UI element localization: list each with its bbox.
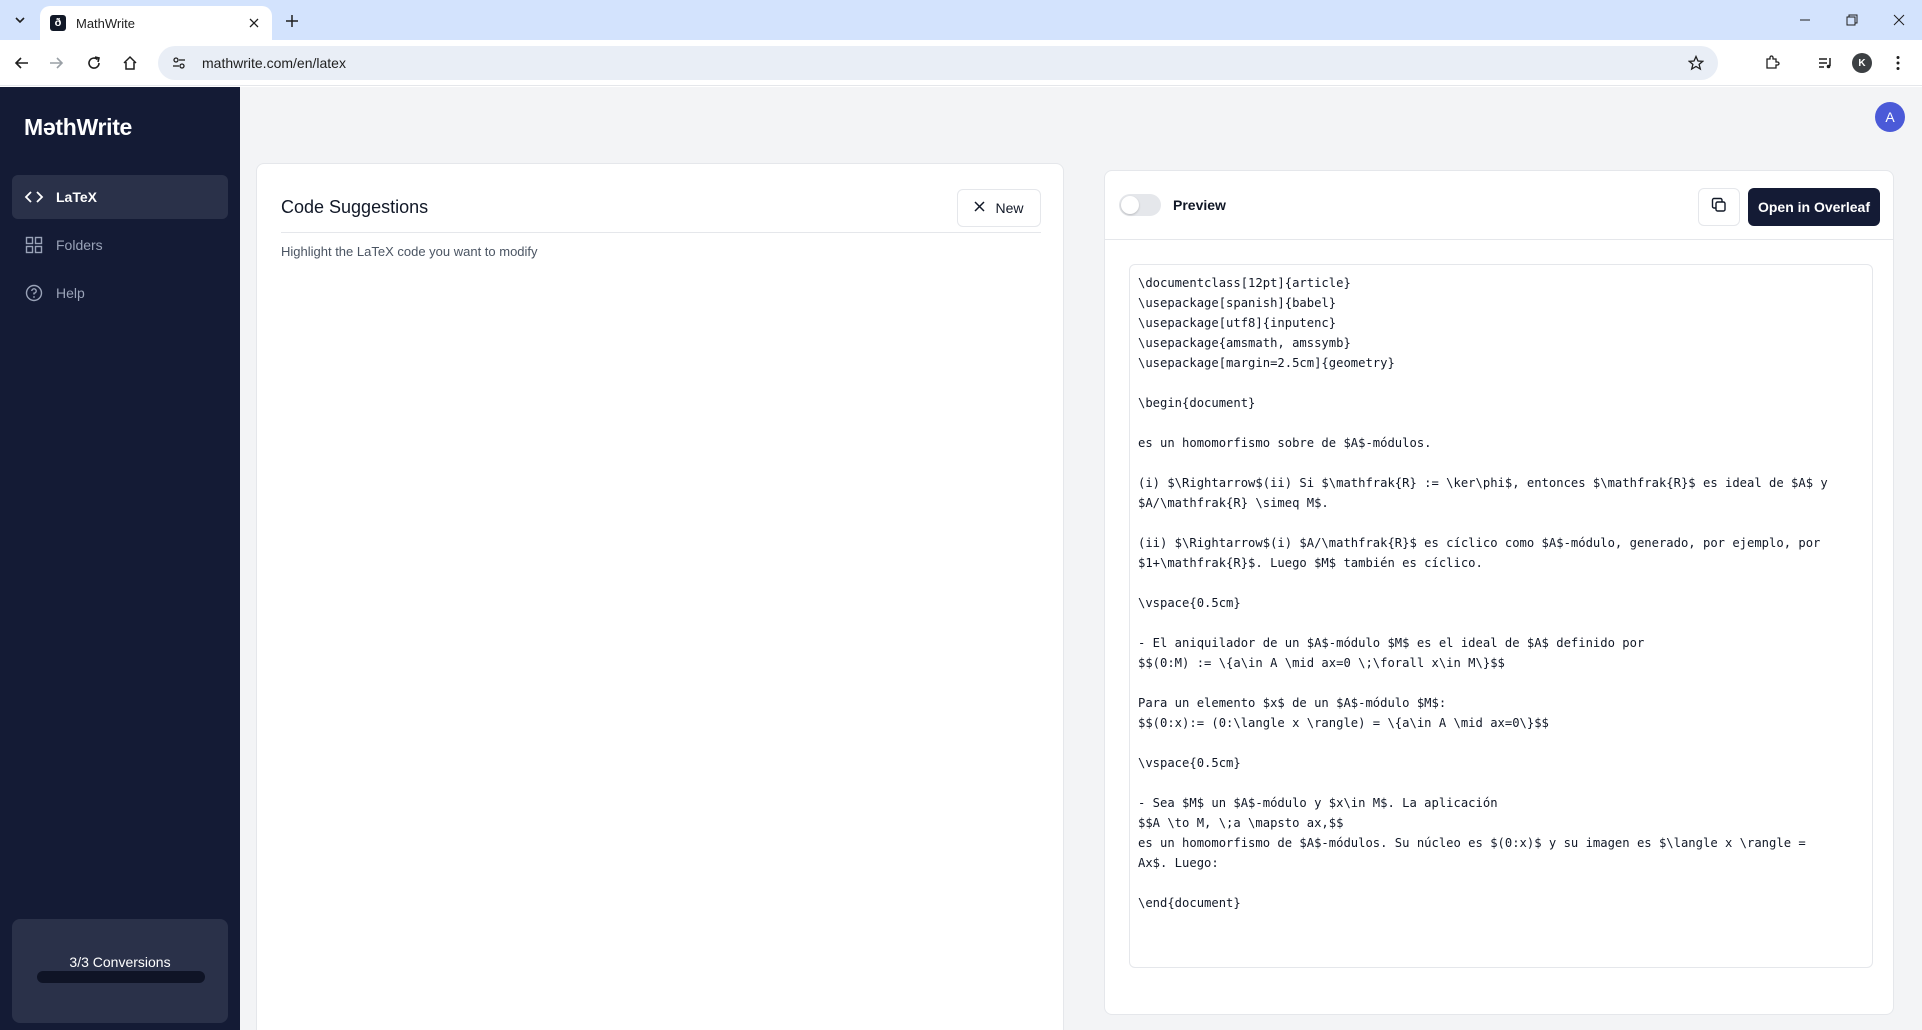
browser-tab[interactable]: ð MathWrite [40,6,272,40]
code-icon [24,187,44,207]
code-line[interactable] [1138,413,1864,433]
copy-button[interactable] [1698,188,1740,226]
code-line[interactable]: \usepackage[utf8]{inputenc} [1138,313,1864,333]
browser-menu-icon[interactable] [1886,51,1910,75]
code-line[interactable]: \usepackage[margin=2.5cm]{geometry} [1138,353,1864,373]
user-avatar[interactable]: A [1875,102,1905,132]
sidebar-item-folders[interactable]: Folders [12,223,228,267]
sidebar: MəthWrite LaTeX Folders Help [0,87,240,1030]
latex-code-editor[interactable]: \documentclass[12pt]{article} \usepackage… [1129,264,1873,968]
window-controls [1781,0,1922,40]
code-line[interactable]: \usepackage[spanish]{babel} [1138,293,1864,313]
media-control-icon[interactable] [1813,51,1837,75]
close-tab-icon[interactable] [246,15,262,31]
sidebar-item-label: Help [56,285,85,301]
code-line[interactable]: Ax$. Luego: [1138,853,1864,873]
code-line[interactable] [1138,773,1864,793]
close-icon [974,199,986,217]
conversions-progress-bar [37,971,205,983]
code-line[interactable] [1138,513,1864,533]
bookmark-star-icon[interactable] [1684,51,1708,75]
tab-title: MathWrite [76,15,135,31]
code-line[interactable]: \vspace{0.5cm} [1138,753,1864,773]
suggestions-hint: Highlight the LaTeX code you want to mod… [281,244,538,259]
new-tab-icon[interactable] [280,9,304,33]
code-line[interactable]: \begin{document} [1138,393,1864,413]
profile-avatar[interactable]: K [1850,51,1874,75]
code-line[interactable] [1138,453,1864,473]
code-line[interactable]: $$(0:x):= (0:\langle x \rangle) = \{a\in… [1138,713,1864,733]
copy-icon [1711,197,1727,218]
code-line[interactable]: - Sea $M$ un $A$-módulo y $x\in M$. La a… [1138,793,1864,813]
preview-label: Preview [1173,197,1226,213]
code-line[interactable]: \usepackage{amsmath, amssymb} [1138,333,1864,353]
code-line[interactable]: es un homomorfismo sobre de $A$-módulos. [1138,433,1864,453]
back-arrow-icon[interactable] [10,51,34,75]
new-button[interactable]: New [957,189,1041,227]
code-line[interactable]: \end{document} [1138,893,1864,913]
browser-toolbar: mathwrite.com/en/latex K [0,40,1922,86]
extensions-icon[interactable] [1760,51,1784,75]
code-line[interactable] [1138,613,1864,633]
open-in-overleaf-button[interactable]: Open in Overleaf [1748,188,1880,226]
code-line[interactable]: $A/\mathfrak{R} \simeq M$. [1138,493,1864,513]
code-line[interactable] [1138,873,1864,893]
address-bar[interactable]: mathwrite.com/en/latex [158,46,1718,80]
code-line[interactable]: - El aniquilador de un $A$-módulo $M$ es… [1138,633,1864,653]
toggle-knob [1121,196,1139,214]
code-line[interactable]: (i) $\Rightarrow$(ii) Si $\mathfrak{R} :… [1138,473,1864,493]
code-line[interactable] [1138,573,1864,593]
sidebar-item-label: LaTeX [56,189,97,205]
code-line[interactable]: (ii) $\Rightarrow$(i) $A/\mathfrak{R}$ e… [1138,533,1864,553]
sidebar-item-help[interactable]: Help [12,271,228,315]
code-line[interactable]: es un homomorfismo de $A$-módulos. Su nú… [1138,833,1864,853]
new-button-label: New [995,200,1024,216]
divider [1105,239,1893,240]
browser-tab-bar: ð MathWrite [0,0,1922,40]
code-line[interactable]: $$(0:M) := \{a\in A \mid ax=0 \;\forall … [1138,653,1864,673]
tab-search-icon[interactable] [8,9,32,31]
reload-icon[interactable] [82,51,106,75]
latex-editor-panel: Preview Open in Overleaf \documentclass[… [1104,170,1894,1015]
minimize-icon[interactable] [1781,0,1828,40]
site-info-icon[interactable] [170,54,188,72]
code-line[interactable]: \vspace{0.5cm} [1138,593,1864,613]
restore-icon[interactable] [1828,0,1875,40]
home-icon[interactable] [118,51,142,75]
profile-initial: K [1852,53,1872,73]
conversions-label: 3/3 Conversions [69,954,171,970]
code-line[interactable] [1138,373,1864,393]
close-window-icon[interactable] [1875,0,1922,40]
url-text: mathwrite.com/en/latex [202,55,346,71]
code-line[interactable]: $$A \to M, \;a \mapsto ax,$$ [1138,813,1864,833]
code-line[interactable]: $1+\mathfrak{R}$. Luego $M$ también es c… [1138,553,1864,573]
grid-icon [24,235,44,255]
code-suggestions-panel: Code Suggestions New Highlight the LaTeX… [256,163,1064,1030]
panel-title: Code Suggestions [281,197,429,217]
preview-toggle[interactable] [1119,194,1161,216]
help-circle-icon [24,283,44,303]
forward-arrow-icon[interactable] [44,51,68,75]
divider [281,232,1041,233]
sidebar-item-label: Folders [56,237,103,253]
code-line[interactable]: \documentclass[12pt]{article} [1138,273,1864,293]
code-line[interactable]: Para un elemento $x$ de un $A$-módulo $M… [1138,693,1864,713]
conversions-progress-fill [37,971,205,983]
app-logo[interactable]: MəthWrite [24,114,132,141]
code-line[interactable] [1138,733,1864,753]
sidebar-item-latex[interactable]: LaTeX [12,175,228,219]
code-line[interactable] [1138,673,1864,693]
favicon-icon: ð [50,15,66,31]
